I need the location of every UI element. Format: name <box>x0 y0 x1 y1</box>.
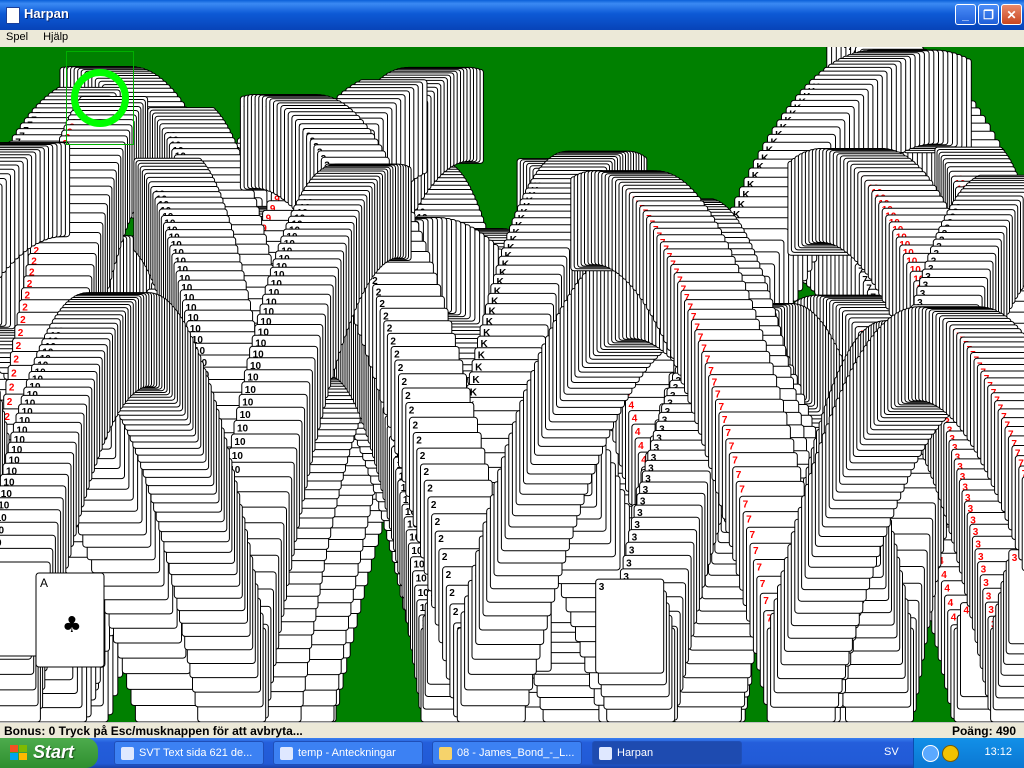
card-rank: 10 <box>414 560 426 571</box>
card-rank: 4 <box>638 441 644 452</box>
card-rank: 2 <box>413 420 419 431</box>
card-rank: 2 <box>394 350 400 361</box>
card-rank: 4 <box>951 613 957 624</box>
window-title: Harpan <box>24 6 69 21</box>
card-rank: 4 <box>635 427 641 438</box>
card-rank: 2 <box>416 436 422 447</box>
solitaire-app-icon[interactable] <box>6 7 20 24</box>
card-rank: 2 <box>449 588 455 599</box>
card-rank: 3 <box>1012 553 1018 564</box>
card-rank: 10 <box>232 451 244 462</box>
card-rank: 3 <box>988 605 994 616</box>
card-rank: 2 <box>431 500 437 511</box>
game-board[interactable]: AAAAAAAAAAAAAAAAAAAAAAAAAA77777777777777… <box>0 47 1024 722</box>
card-rank: 2 <box>453 607 459 618</box>
card-rank: 2 <box>402 377 408 388</box>
card-rank: 2 <box>7 397 13 408</box>
card-rank: 2 <box>13 355 19 366</box>
card-rank: 2 <box>9 383 15 394</box>
card-rank: 10 <box>234 437 246 448</box>
card-rank: 2 <box>398 363 404 374</box>
card-rank: 3 <box>629 545 635 556</box>
card-rank: 2 <box>438 534 444 545</box>
card-rank: 2 <box>390 336 396 347</box>
title-bar[interactable]: Harpan _ ❐ ✕ <box>0 0 1024 30</box>
card-rank: 3 <box>981 565 987 576</box>
card-rank: 3 <box>983 578 989 589</box>
card-rank: 2 <box>405 391 411 402</box>
card-rank: 4 <box>944 584 950 595</box>
card <box>0 183 3 279</box>
menu-hjalp[interactable]: Hjälp <box>37 30 74 43</box>
card-rank: 4 <box>964 606 970 617</box>
card-rank: K <box>470 388 478 399</box>
menu-spel[interactable]: Spel <box>0 30 34 43</box>
maximize-button[interactable]: ❐ <box>978 4 999 25</box>
minimize-button[interactable]: _ <box>955 4 976 25</box>
card-rank: 2 <box>11 368 17 379</box>
card-rank: 2 <box>435 517 441 528</box>
card-rank: 2 <box>409 406 415 417</box>
card-rank: 2 <box>420 451 426 462</box>
bouncing-cards-cascade: AAAAAAAAAAAAAAAAAAAAAAAAAA77777777777777… <box>0 47 1024 722</box>
card <box>595 578 665 674</box>
card-rank: 2 <box>446 570 452 581</box>
card-rank: 10 <box>240 410 252 421</box>
card-rank: 2 <box>18 328 24 339</box>
card-rank: 3 <box>626 558 632 569</box>
card-rank: 4 <box>629 400 635 411</box>
card-rank: 3 <box>986 591 992 602</box>
card-rank: 3 <box>599 582 605 593</box>
card-rank: 4 <box>941 570 947 581</box>
menu-bar: Spel Hjälp <box>0 30 1024 47</box>
card-rank: 10 <box>237 423 249 434</box>
card-rank: 2 <box>16 341 22 352</box>
card-rank: 10 <box>0 525 5 536</box>
card-rank: 2 <box>424 467 430 478</box>
card-rank: 4 <box>948 598 954 609</box>
card-rank: 10 <box>416 574 428 585</box>
card-rank: 2 <box>427 483 433 494</box>
card-rank: 2 <box>442 552 448 563</box>
card-rank: 4 <box>632 414 638 425</box>
close-button[interactable]: ✕ <box>1001 4 1022 25</box>
